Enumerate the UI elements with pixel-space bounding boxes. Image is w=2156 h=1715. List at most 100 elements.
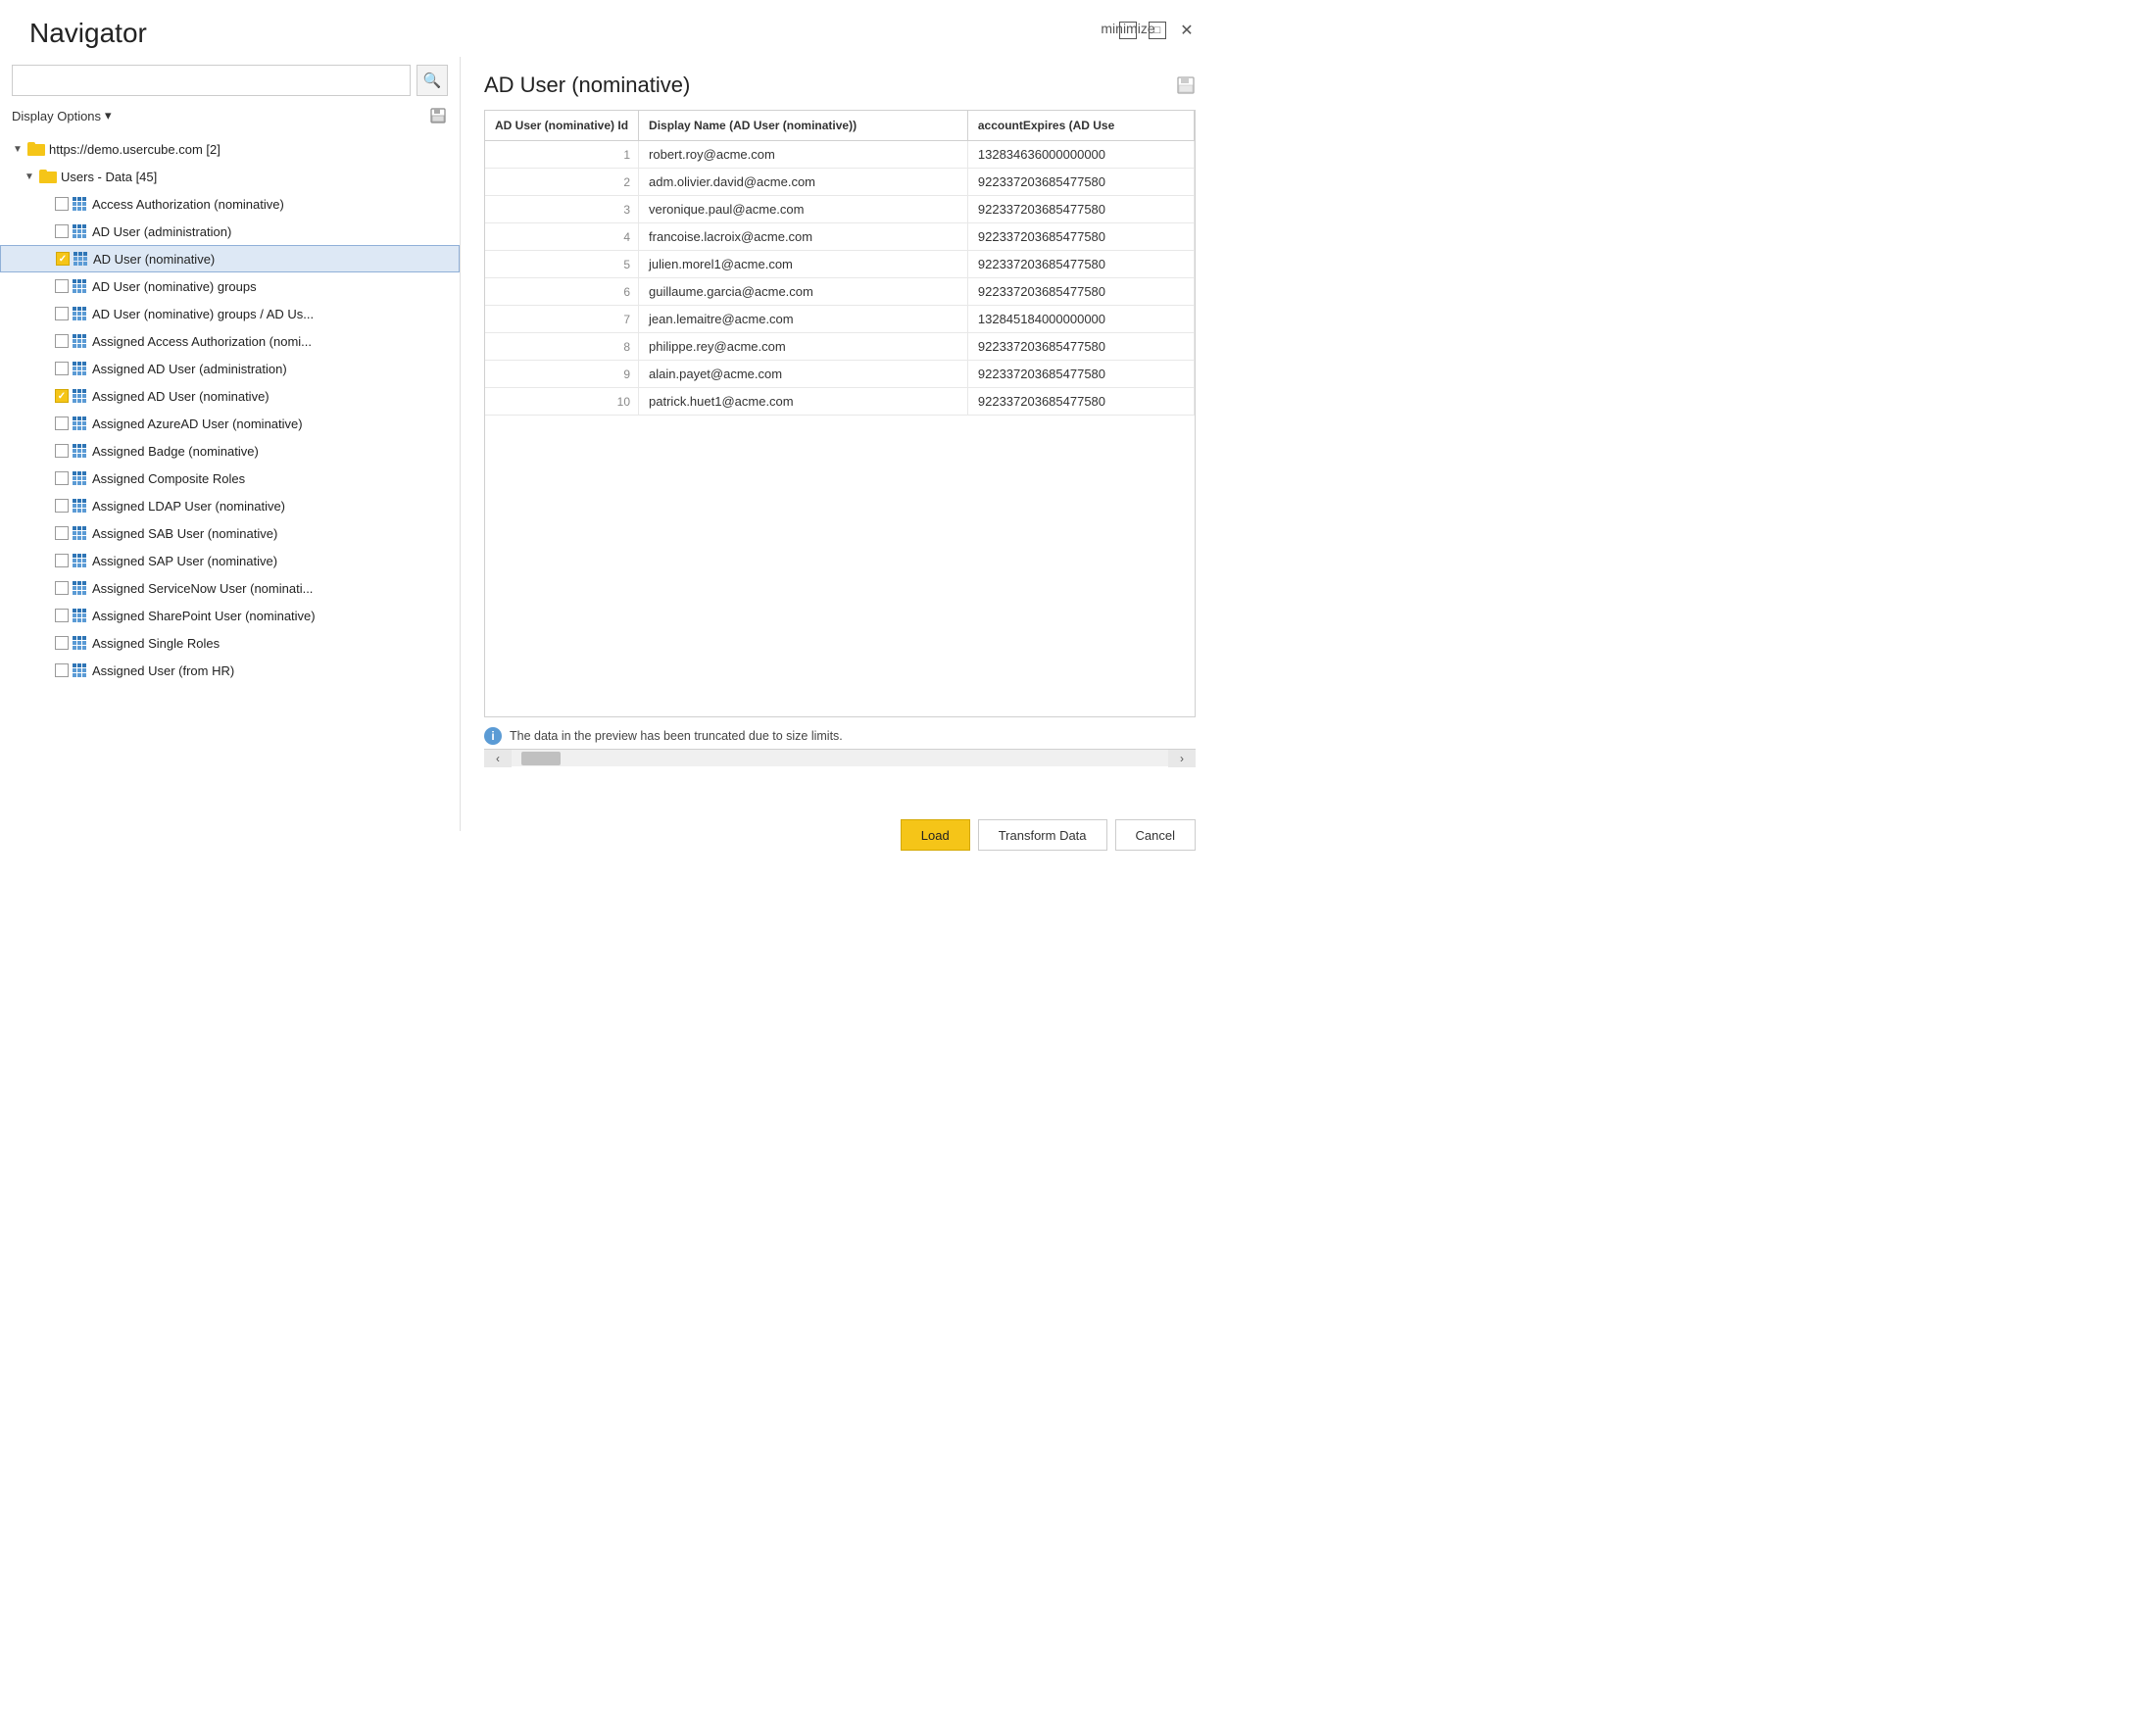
- search-button[interactable]: 🔍: [416, 65, 448, 96]
- row-col1: francoise.lacroix@acme.com: [639, 223, 968, 251]
- search-area: 🔍: [0, 57, 460, 102]
- table-row: 10 patrick.huet1@acme.com 92233720368547…: [485, 388, 1195, 416]
- tree-item-checkbox-checked[interactable]: [56, 252, 70, 266]
- tree-root-item[interactable]: ▼ https://demo.usercube.com [2]: [0, 135, 460, 163]
- col-header-account-expires: accountExpires (AD Use: [967, 111, 1194, 141]
- table-icon: [73, 581, 88, 595]
- list-item[interactable]: Access Authorization (nominative): [0, 190, 460, 218]
- tree-item-checkbox[interactable]: [55, 197, 69, 211]
- display-options-label: Display Options: [12, 109, 101, 123]
- preview-save-icon[interactable]: [1176, 75, 1196, 95]
- tree-item-label: AD User (nominative): [93, 252, 215, 267]
- row-col1: veronique.paul@acme.com: [639, 196, 968, 223]
- list-item[interactable]: Assigned AzureAD User (nominative): [0, 410, 460, 437]
- tree-group-users-data[interactable]: ▼ Users - Data [45]: [0, 163, 460, 190]
- row-number: 10: [485, 388, 639, 416]
- tree-item-label: Assigned SAB User (nominative): [92, 526, 277, 541]
- table-icon: [73, 554, 88, 567]
- row-col2: 132845184000000000: [967, 306, 1194, 333]
- tree-item-checkbox[interactable]: [55, 526, 69, 540]
- tree-item-checkbox[interactable]: [55, 279, 69, 293]
- table-icon: [73, 362, 88, 375]
- list-item[interactable]: Assigned ServiceNow User (nominati...: [0, 574, 460, 602]
- window-controls: minimize □ ✕: [1119, 22, 1196, 39]
- table-row: 5 julien.morel1@acme.com 922337203685477…: [485, 251, 1195, 278]
- tree-item-checkbox[interactable]: [55, 609, 69, 622]
- table-icon: [73, 334, 88, 348]
- tree-item-checkbox[interactable]: [55, 334, 69, 348]
- list-item[interactable]: Assigned Single Roles: [0, 629, 460, 657]
- table-row: 1 robert.roy@acme.com 132834636000000000: [485, 141, 1195, 169]
- right-panel: AD User (nominative) AD User (nominative…: [461, 57, 1215, 831]
- list-item[interactable]: Assigned SAB User (nominative): [0, 519, 460, 547]
- table-icon: [73, 663, 88, 677]
- horizontal-scrollbar[interactable]: ‹ ›: [484, 749, 1196, 766]
- tree-item-label: Assigned ServiceNow User (nominati...: [92, 581, 313, 596]
- tree-item-checkbox-checked[interactable]: [55, 389, 69, 403]
- table-icon: [73, 609, 88, 622]
- table-row: 7 jean.lemaitre@acme.com 132845184000000…: [485, 306, 1195, 333]
- save-icon[interactable]: [428, 106, 448, 125]
- folder-icon: [27, 142, 45, 156]
- list-item[interactable]: Assigned SharePoint User (nominative): [0, 602, 460, 629]
- tree-item-checkbox[interactable]: [55, 663, 69, 677]
- close-button[interactable]: ✕: [1178, 22, 1196, 39]
- list-item[interactable]: AD User (nominative) groups: [0, 272, 460, 300]
- list-item[interactable]: Assigned AD User (administration): [0, 355, 460, 382]
- list-item[interactable]: AD User (nominative) groups / AD Us...: [0, 300, 460, 327]
- load-button[interactable]: Load: [901, 819, 970, 851]
- row-number: 4: [485, 223, 639, 251]
- scroll-left-button[interactable]: ‹: [484, 750, 512, 767]
- tree-item-checkbox[interactable]: [55, 581, 69, 595]
- tree-item-checkbox[interactable]: [55, 307, 69, 320]
- list-item[interactable]: Assigned LDAP User (nominative): [0, 492, 460, 519]
- truncated-text: The data in the preview has been truncat…: [510, 729, 843, 743]
- tree-item-checkbox[interactable]: [55, 224, 69, 238]
- row-col1: robert.roy@acme.com: [639, 141, 968, 169]
- maximize-button[interactable]: □: [1149, 22, 1166, 39]
- scroll-right-button[interactable]: ›: [1168, 750, 1196, 767]
- table-icon: [73, 636, 88, 650]
- table-row: 6 guillaume.garcia@acme.com 922337203685…: [485, 278, 1195, 306]
- table-row: 8 philippe.rey@acme.com 9223372036854775…: [485, 333, 1195, 361]
- tree-item-checkbox[interactable]: [55, 471, 69, 485]
- row-col1: patrick.huet1@acme.com: [639, 388, 968, 416]
- list-item[interactable]: Assigned AD User (nominative): [0, 382, 460, 410]
- list-item[interactable]: Assigned User (from HR): [0, 657, 460, 684]
- truncated-notice: i The data in the preview has been trunc…: [484, 727, 1196, 745]
- tree-item-selected[interactable]: AD User (nominative): [0, 245, 460, 272]
- expand-arrow-icon: ▼: [12, 144, 24, 155]
- folder-icon: [39, 170, 57, 183]
- tree-item-label: AD User (nominative) groups / AD Us...: [92, 307, 314, 321]
- search-input[interactable]: [12, 65, 411, 96]
- row-number: 8: [485, 333, 639, 361]
- tree-item-checkbox[interactable]: [55, 499, 69, 513]
- transform-data-button[interactable]: Transform Data: [978, 819, 1107, 851]
- row-col1: guillaume.garcia@acme.com: [639, 278, 968, 306]
- table-icon: [73, 444, 88, 458]
- tree-item-checkbox[interactable]: [55, 444, 69, 458]
- display-options-button[interactable]: Display Options ▾: [12, 106, 112, 125]
- tree-area: ▼ https://demo.usercube.com [2] ▼ Users …: [0, 131, 460, 831]
- minimize-button[interactable]: minimize: [1119, 22, 1137, 39]
- scroll-thumb[interactable]: [521, 752, 561, 765]
- row-col2: 922337203685477580: [967, 361, 1194, 388]
- cancel-button[interactable]: Cancel: [1115, 819, 1196, 851]
- table-icon: [73, 279, 88, 293]
- preview-table-container: AD User (nominative) Id Display Name (AD…: [484, 110, 1196, 717]
- list-item[interactable]: Assigned Composite Roles: [0, 465, 460, 492]
- row-col2: 922337203685477580: [967, 223, 1194, 251]
- title-bar: Navigator minimize □ ✕: [0, 0, 1215, 57]
- tree-item-checkbox[interactable]: [55, 636, 69, 650]
- list-item[interactable]: Assigned Access Authorization (nomi...: [0, 327, 460, 355]
- page-title: Navigator: [29, 18, 147, 49]
- tree-item-checkbox[interactable]: [55, 416, 69, 430]
- tree-item-checkbox[interactable]: [55, 362, 69, 375]
- list-item[interactable]: Assigned Badge (nominative): [0, 437, 460, 465]
- list-item[interactable]: Assigned SAP User (nominative): [0, 547, 460, 574]
- row-col2: 922337203685477580: [967, 278, 1194, 306]
- list-item[interactable]: AD User (administration): [0, 218, 460, 245]
- tree-item-label: Assigned Composite Roles: [92, 471, 245, 486]
- tree-item-label: Assigned Badge (nominative): [92, 444, 259, 459]
- tree-item-checkbox[interactable]: [55, 554, 69, 567]
